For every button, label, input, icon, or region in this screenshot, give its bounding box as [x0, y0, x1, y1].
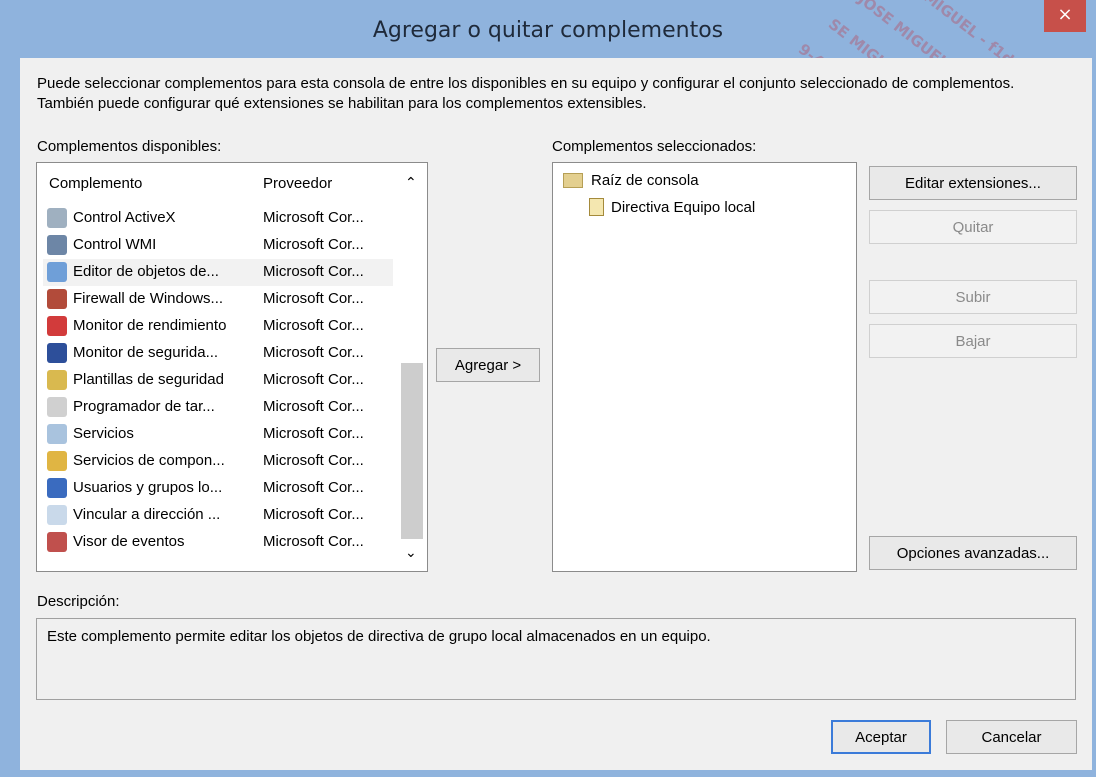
list-item[interactable]: Plantillas de seguridad Microsoft Cor... — [43, 367, 393, 394]
activex-icon — [47, 208, 67, 228]
event-viewer-icon — [47, 532, 67, 552]
scroll-up-icon[interactable]: ⌃ — [405, 175, 417, 191]
link-address-icon — [47, 505, 67, 525]
tree-node-local-policy[interactable]: Directiva Equipo local — [611, 199, 755, 216]
column-header-snapin[interactable]: Complemento — [49, 175, 142, 192]
available-label: Complementos disponibles: — [37, 138, 222, 155]
snapin-name: Monitor de segurida... — [73, 344, 219, 361]
folder-icon — [563, 173, 583, 188]
snapin-provider: Microsoft Cor... — [263, 263, 364, 280]
available-snapins-list[interactable]: Complemento Proveedor Control ActiveX Mic… — [36, 162, 428, 572]
move-up-button[interactable]: Subir — [869, 280, 1077, 314]
component-services-icon — [47, 451, 67, 471]
security-monitor-icon — [47, 343, 67, 363]
list-item[interactable]: Programador de tar... Microsoft Cor... — [43, 394, 393, 421]
snapin-name: Servicios de compon... — [73, 452, 225, 469]
task-scheduler-icon — [47, 397, 67, 417]
snapin-provider: Microsoft Cor... — [263, 398, 364, 415]
edit-extensions-button[interactable]: Editar extensiones... — [869, 166, 1077, 200]
snapin-name: Editor de objetos de... — [73, 263, 219, 280]
move-down-button[interactable]: Bajar — [869, 324, 1077, 358]
scroll-down-icon[interactable]: ⌄ — [405, 545, 417, 561]
add-button[interactable]: Agregar > — [436, 348, 540, 382]
tree-node-console-root[interactable]: Raíz de consola — [591, 172, 699, 189]
snapin-name: Monitor de rendimiento — [73, 317, 227, 334]
snapin-provider: Microsoft Cor... — [263, 425, 364, 442]
snapin-name: Control WMI — [73, 236, 157, 253]
list-item[interactable]: Monitor de rendimiento Microsoft Cor... — [43, 313, 393, 340]
list-header: Complemento Proveedor — [37, 163, 397, 203]
snapin-name: Servicios — [73, 425, 134, 442]
selected-label: Complementos seleccionados: — [552, 138, 757, 155]
gpo-editor-icon — [47, 262, 67, 282]
description-label: Descripción: — [37, 593, 120, 610]
firewall-icon — [47, 289, 67, 309]
list-item[interactable]: Firewall de Windows... Microsoft Cor... — [43, 286, 393, 313]
list-item[interactable]: Servicios de compon... Microsoft Cor... — [43, 448, 393, 475]
snapin-provider: Microsoft Cor... — [263, 344, 364, 361]
remove-button[interactable]: Quitar — [869, 210, 1077, 244]
snapin-provider: Microsoft Cor... — [263, 209, 364, 226]
snapin-provider: Microsoft Cor... — [263, 533, 364, 550]
list-item[interactable]: Editor de objetos de... Microsoft Cor... — [43, 259, 393, 286]
policy-icon — [589, 198, 604, 216]
snapin-name: Firewall de Windows... — [73, 290, 224, 307]
list-item[interactable]: Servicios Microsoft Cor... — [43, 421, 393, 448]
list-item[interactable]: Control ActiveX Microsoft Cor... — [43, 205, 393, 232]
advanced-options-button[interactable]: Opciones avanzadas... — [869, 536, 1077, 570]
wmi-icon — [47, 235, 67, 255]
snapin-provider: Microsoft Cor... — [263, 236, 364, 253]
column-header-provider[interactable]: Proveedor — [263, 175, 332, 192]
list-item[interactable]: Vincular a dirección ... Microsoft Cor... — [43, 502, 393, 529]
snapin-provider: Microsoft Cor... — [263, 290, 364, 307]
list-item[interactable]: Usuarios y grupos lo... Microsoft Cor... — [43, 475, 393, 502]
snapin-provider: Microsoft Cor... — [263, 479, 364, 496]
description-text: Este complemento permite editar los obje… — [47, 628, 711, 645]
snapin-name: Visor de eventos — [73, 533, 185, 550]
dialog-client: Puede seleccionar complementos para esta… — [20, 58, 1092, 770]
snapin-name: Usuarios y grupos lo... — [73, 479, 223, 496]
snapin-name: Control ActiveX — [73, 209, 176, 226]
vertical-scrollbar[interactable]: ⌃ ⌄ — [399, 163, 425, 571]
snapin-name: Programador de tar... — [73, 398, 215, 415]
snapin-name: Vincular a dirección ... — [73, 506, 221, 523]
list-item[interactable]: Control WMI Microsoft Cor... — [43, 232, 393, 259]
description-box: Este complemento permite editar los obje… — [36, 618, 1076, 700]
list-item[interactable]: Monitor de segurida... Microsoft Cor... — [43, 340, 393, 367]
selected-snapins-tree[interactable]: Raíz de consola Directiva Equipo local — [552, 162, 857, 572]
snapin-provider: Microsoft Cor... — [263, 506, 364, 523]
dialog-window: Agregar o quitar complementos × JOSE MIG… — [0, 0, 1096, 777]
close-button[interactable]: × — [1044, 0, 1086, 32]
snapin-name: Plantillas de seguridad — [73, 371, 224, 388]
window-title: Agregar o quitar complementos — [372, 18, 724, 43]
intro-text: Puede seleccionar complementos para esta… — [37, 75, 1015, 112]
security-templates-icon — [47, 370, 67, 390]
snapin-provider: Microsoft Cor... — [263, 371, 364, 388]
services-icon — [47, 424, 67, 444]
scroll-thumb[interactable] — [401, 363, 423, 539]
snapin-provider: Microsoft Cor... — [263, 452, 364, 469]
users-groups-icon — [47, 478, 67, 498]
ok-button[interactable]: Aceptar — [831, 720, 931, 754]
cancel-button[interactable]: Cancelar — [946, 720, 1077, 754]
title-bar[interactable]: Agregar o quitar complementos × — [0, 0, 1096, 60]
snapin-provider: Microsoft Cor... — [263, 317, 364, 334]
list-item[interactable]: Visor de eventos Microsoft Cor... — [43, 529, 393, 556]
performance-monitor-icon — [47, 316, 67, 336]
